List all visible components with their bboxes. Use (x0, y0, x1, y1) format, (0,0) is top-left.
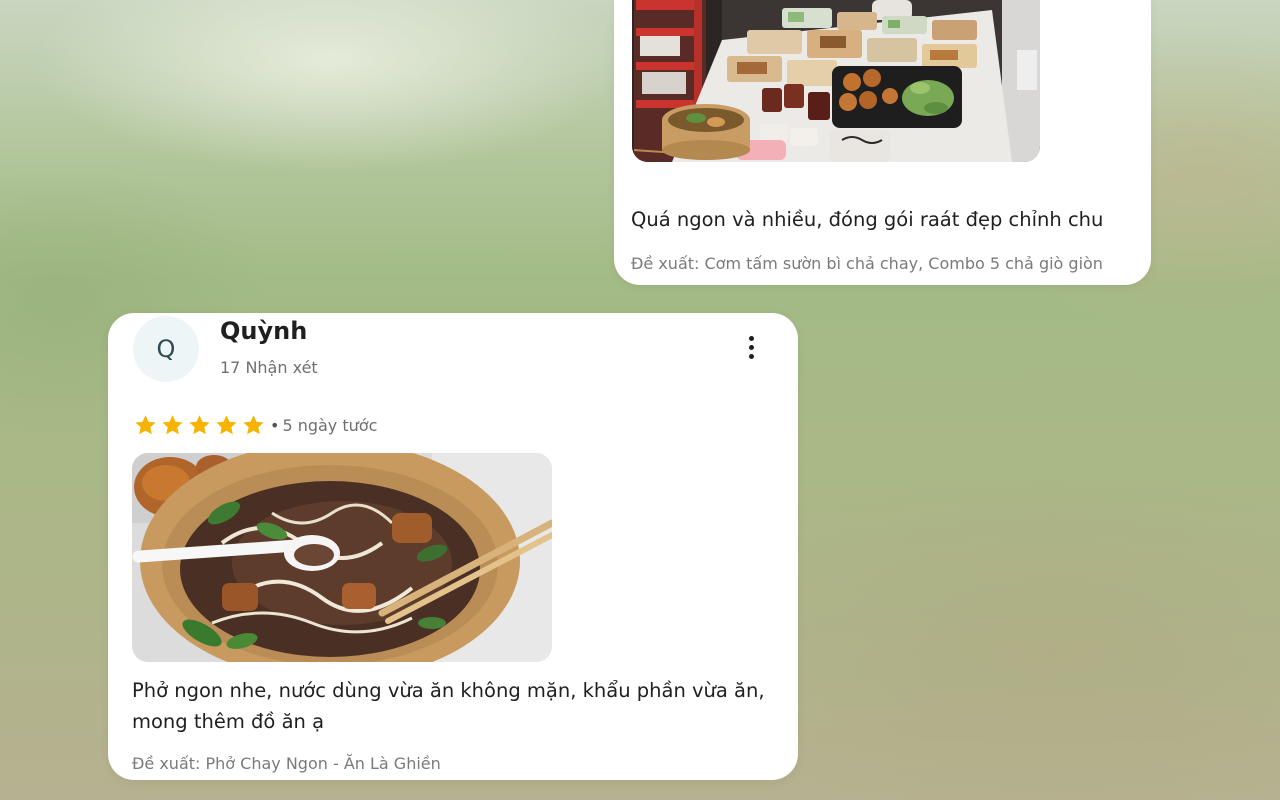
review-card-top: Quá ngon và nhiều, đóng gói raát đẹp chỉ… (614, 0, 1151, 285)
suggested-items: Đề xuất: Phở Chay Ngon - Ăn Là Ghiền (132, 754, 441, 773)
review-time: 5 ngày tước (282, 415, 378, 435)
reviewer-name[interactable]: Quỳnh (220, 317, 307, 345)
star-rating (133, 413, 266, 438)
star-icon (187, 413, 212, 438)
suggested-items: Đề xuất: Cơm tấm sườn bì chả chay, Combo… (631, 254, 1103, 273)
review-card-bottom: Q Quỳnh 17 Nhận xét • 5 ngày tước Phở ng… (108, 313, 798, 780)
separator-dot: • (270, 415, 280, 435)
more-options-button[interactable] (738, 331, 764, 363)
star-icon (214, 413, 239, 438)
star-icon (241, 413, 266, 438)
star-icon (133, 413, 158, 438)
review-comment: Phở ngon nhe, nước dùng vừa ăn không mặn… (132, 679, 765, 733)
review-comment: Quá ngon và nhiều, đóng gói raát đẹp chỉ… (631, 208, 1104, 231)
avatar[interactable]: Q (133, 316, 199, 382)
more-vert-icon (748, 335, 754, 359)
food-spread-photo (632, 0, 1040, 162)
rating-row: • 5 ngày tước (133, 412, 377, 438)
review-photo-pho[interactable] (132, 453, 552, 662)
star-icon (160, 413, 185, 438)
pho-bowl-photo (132, 453, 552, 662)
reviewer-review-count: 17 Nhận xét (220, 358, 318, 377)
review-photo-food-spread[interactable] (632, 0, 1040, 162)
